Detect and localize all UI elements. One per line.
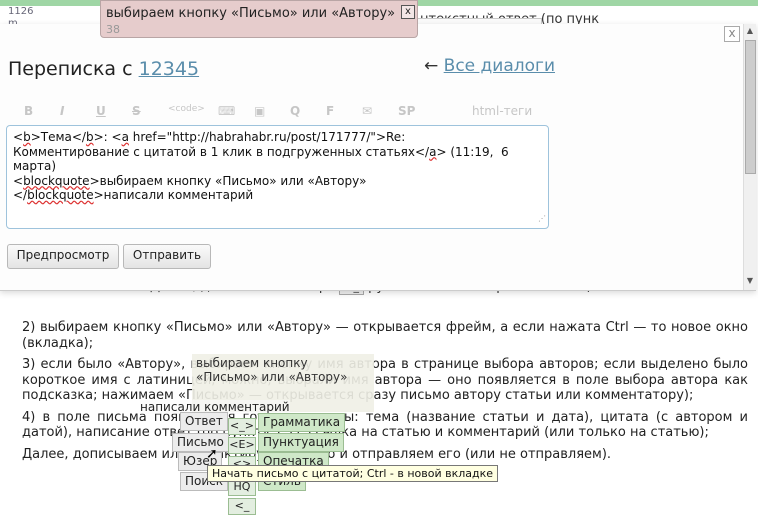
code-button[interactable]: <code> xyxy=(168,104,218,120)
t: b xyxy=(23,130,31,144)
html-tags-link[interactable]: html-теги xyxy=(472,104,532,118)
scroll-down-icon[interactable]: ▼ xyxy=(745,276,755,286)
image-icon[interactable]: ▣ xyxy=(254,104,290,120)
italic-button[interactable]: I xyxy=(60,104,96,120)
close-icon[interactable]: x xyxy=(401,5,415,19)
side-label: 1126 xyxy=(8,6,34,17)
t: марта) xyxy=(13,159,57,173)
spoiler-button[interactable]: SP xyxy=(398,104,434,120)
t: < xyxy=(13,173,24,188)
t: >выбираем кнопку «Письмо» или «Автору» xyxy=(89,173,367,188)
t: >написали комментарий xyxy=(93,188,254,202)
scroll-up-icon[interactable]: ▲ xyxy=(745,26,755,36)
mouse-pointer-icon: ➚ xyxy=(206,446,218,462)
scrollbar-thumb[interactable] xyxy=(745,40,756,174)
t: > (11:19, 6 xyxy=(436,144,509,159)
t: a xyxy=(121,130,129,144)
punctuation-button[interactable]: Пунктуация xyxy=(258,433,344,452)
back-nav: ← Все диалоги xyxy=(424,56,555,76)
hint-tooltip: Начать письмо с цитатой; Ctrl - в новой … xyxy=(207,465,499,482)
correspondence-dialog: x Переписка с 12345 ← Все диалоги B I U … xyxy=(0,24,756,291)
tooltip-text: выбираем кнопку «Письмо» или «Автору» xyxy=(106,6,396,21)
article-paragraph: 3) если было «Автору», выбираем кнопку и… xyxy=(22,357,748,403)
quote-tooltip: выбираем кнопку «Письмо» или «Автору» 38… xyxy=(100,0,418,38)
letter-button[interactable]: Письмо xyxy=(172,433,229,452)
article-paragraph: Далее, дописываем или редактируем письмо… xyxy=(22,446,612,462)
t: >Тема</ xyxy=(30,130,86,144)
preview-button[interactable]: Предпросмотр xyxy=(7,244,119,269)
code-tag-button[interactable]: <_> xyxy=(228,418,256,435)
all-dialogs-link[interactable]: Все диалоги xyxy=(444,56,555,76)
t: blockquote xyxy=(23,173,90,188)
e-tag-button[interactable]: <E> xyxy=(228,437,256,454)
underline-button[interactable]: U xyxy=(96,104,132,120)
strike-button[interactable]: S xyxy=(132,104,168,120)
t: >: < xyxy=(93,130,122,144)
arrow-left-icon: ← xyxy=(424,56,439,76)
dialog-title: Переписка с 12345 xyxy=(8,58,199,80)
keyboard-icon[interactable]: ⌨ xyxy=(218,104,254,120)
close-icon[interactable]: x xyxy=(724,26,740,42)
send-button[interactable]: Отправить xyxy=(123,244,211,269)
article-paragraph: 4) в поле письма появляются готовые текс… xyxy=(22,409,748,441)
article-paragraph: 2) выбираем кнопку «Письмо» или «Автору»… xyxy=(22,320,748,351)
resize-handle-icon[interactable]: ⋰ xyxy=(538,212,546,227)
insert-button[interactable]: <_ xyxy=(228,498,256,515)
mail-icon[interactable]: ✉ xyxy=(362,104,398,120)
user-link[interactable]: 12345 xyxy=(139,58,199,80)
format-toolbar: B I U S <code> ⌨ ▣ Q F ✉ SP xyxy=(24,104,434,120)
title-prefix: Переписка с xyxy=(8,58,133,80)
bold-button[interactable]: B xyxy=(24,104,60,120)
article-body: 2) выбираем кнопку «Письмо» или «Автору»… xyxy=(22,320,748,468)
t: b xyxy=(85,130,94,144)
grammar-button[interactable]: Грамматика xyxy=(258,413,346,432)
t: blockquote xyxy=(27,188,94,202)
t: < xyxy=(13,130,24,144)
font-button[interactable]: F xyxy=(326,104,362,120)
quote-button[interactable]: Q xyxy=(290,104,326,120)
scrollbar[interactable]: ▲ ▼ xyxy=(743,24,756,290)
t: </ xyxy=(13,188,28,202)
t: Комментирование с цитатой в 1 клик в под… xyxy=(13,144,430,159)
message-textarea[interactable]: <b>Тема</b>: <a href="http://habrahabr.r… xyxy=(6,125,549,229)
reply-button[interactable]: Ответ xyxy=(180,412,228,431)
tooltip-count: 38 xyxy=(106,23,120,36)
t: href="http://habrahabr.ru/post/171777/">… xyxy=(128,130,406,144)
